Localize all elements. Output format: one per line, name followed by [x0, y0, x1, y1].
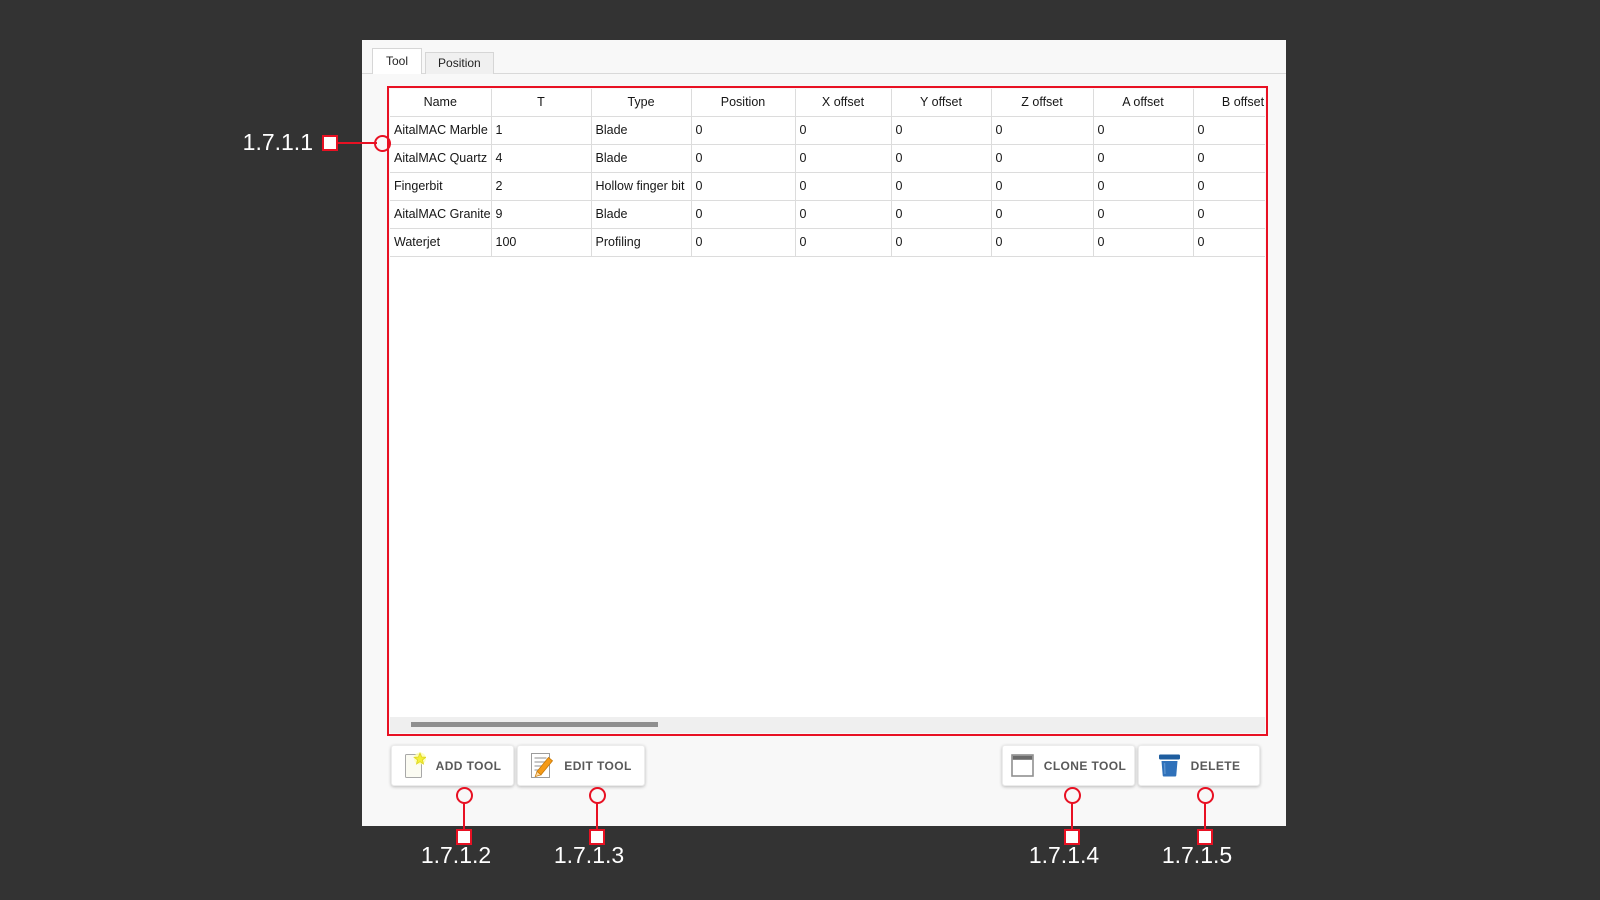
- table-row[interactable]: AitalMAC Granite9Blade000000: [390, 200, 1265, 228]
- clone-tool-button[interactable]: CLONE TOOL: [1002, 745, 1135, 786]
- table-cell[interactable]: 0: [991, 200, 1093, 228]
- screenshot-stage: Tool Position NameTTypePositionX offsetY…: [0, 0, 1600, 900]
- table-cell[interactable]: 100: [491, 228, 591, 256]
- delete-icon: [1158, 753, 1181, 778]
- annotation-label: 1.7.1.1: [243, 129, 313, 156]
- table-cell[interactable]: Profiling: [591, 228, 691, 256]
- table-cell[interactable]: 1: [491, 116, 591, 144]
- table-cell[interactable]: 0: [691, 200, 795, 228]
- annotation-label: 1.7.1.3: [554, 842, 624, 869]
- table-cell[interactable]: 9: [491, 200, 591, 228]
- tabstrip-divider: [362, 73, 1286, 74]
- tool-table: NameTTypePositionX offsetY offsetZ offse…: [390, 89, 1265, 733]
- add-tool-icon: [404, 752, 426, 780]
- table-cell[interactable]: Blade: [591, 144, 691, 172]
- table-cell[interactable]: 0: [991, 144, 1093, 172]
- horizontal-scrollbar[interactable]: [390, 717, 1265, 733]
- delete-button[interactable]: DELETE: [1138, 745, 1260, 786]
- table-cell[interactable]: AitalMAC Marble: [390, 116, 491, 144]
- table-cell[interactable]: 0: [1093, 116, 1193, 144]
- table-header-row: NameTTypePositionX offsetY offsetZ offse…: [390, 89, 1265, 116]
- table-cell[interactable]: 0: [691, 228, 795, 256]
- table-cell[interactable]: 0: [1093, 172, 1193, 200]
- table-row[interactable]: AitalMAC Quartz4Blade000000: [390, 144, 1265, 172]
- column-header-a-offset[interactable]: A offset: [1093, 89, 1193, 116]
- table-cell[interactable]: 0: [691, 172, 795, 200]
- table-cell[interactable]: 0: [795, 200, 891, 228]
- column-header-type[interactable]: Type: [591, 89, 691, 116]
- delete-label: DELETE: [1191, 759, 1241, 773]
- column-header-name[interactable]: Name: [390, 89, 491, 116]
- table-cell[interactable]: 0: [1093, 144, 1193, 172]
- column-header-x-offset[interactable]: X offset: [795, 89, 891, 116]
- tool-manager-panel: Tool Position NameTTypePositionX offsetY…: [362, 40, 1286, 826]
- annotation-label: 1.7.1.2: [421, 842, 491, 869]
- table-cell[interactable]: AitalMAC Granite: [390, 200, 491, 228]
- tab-position[interactable]: Position: [425, 52, 494, 74]
- annotation-square: [322, 135, 338, 151]
- table-cell[interactable]: Waterjet: [390, 228, 491, 256]
- table-cell[interactable]: 0: [891, 144, 991, 172]
- table-cell[interactable]: 0: [891, 172, 991, 200]
- table-row[interactable]: Waterjet100Profiling000000: [390, 228, 1265, 256]
- edit-tool-button[interactable]: EDIT TOOL: [517, 745, 645, 786]
- tab-tool[interactable]: Tool: [372, 48, 422, 74]
- annotation-label: 1.7.1.5: [1162, 842, 1232, 869]
- annotation-label: 1.7.1.4: [1029, 842, 1099, 869]
- column-header-t[interactable]: T: [491, 89, 591, 116]
- table-cell[interactable]: 0: [991, 228, 1093, 256]
- table-cell[interactable]: 0: [891, 200, 991, 228]
- table-cell[interactable]: 0: [691, 116, 795, 144]
- table-cell[interactable]: Fingerbit: [390, 172, 491, 200]
- table-cell[interactable]: AitalMAC Quartz: [390, 144, 491, 172]
- edit-tool-label: EDIT TOOL: [564, 759, 631, 773]
- column-header-b-offset[interactable]: B offset: [1193, 89, 1265, 116]
- table-row[interactable]: Fingerbit2Hollow finger bit000000: [390, 172, 1265, 200]
- column-header-z-offset[interactable]: Z offset: [991, 89, 1093, 116]
- table-cell[interactable]: 0: [1093, 200, 1193, 228]
- table-row[interactable]: AitalMAC Marble1Blade000000: [390, 116, 1265, 144]
- table-cell[interactable]: 0: [1193, 116, 1265, 144]
- table-cell[interactable]: 0: [991, 172, 1093, 200]
- clone-tool-icon: [1011, 754, 1034, 777]
- table-cell[interactable]: 0: [1093, 228, 1193, 256]
- table-cell[interactable]: 2: [491, 172, 591, 200]
- table-cell[interactable]: 0: [795, 116, 891, 144]
- table-cell[interactable]: 0: [1193, 172, 1265, 200]
- column-header-position[interactable]: Position: [691, 89, 795, 116]
- table-cell[interactable]: 0: [891, 116, 991, 144]
- edit-tool-icon: [530, 752, 554, 779]
- table-cell[interactable]: 0: [795, 228, 891, 256]
- clone-tool-label: CLONE TOOL: [1044, 759, 1126, 773]
- table-cell[interactable]: 0: [891, 228, 991, 256]
- table-cell[interactable]: Blade: [591, 116, 691, 144]
- table-cell[interactable]: Blade: [591, 200, 691, 228]
- table-cell[interactable]: 0: [691, 144, 795, 172]
- table-cell[interactable]: Hollow finger bit: [591, 172, 691, 200]
- column-header-y-offset[interactable]: Y offset: [891, 89, 991, 116]
- table-cell[interactable]: 0: [795, 144, 891, 172]
- add-tool-button[interactable]: ADD TOOL: [391, 745, 514, 786]
- table-cell[interactable]: 0: [991, 116, 1093, 144]
- table-body: AitalMAC Marble1Blade000000AitalMAC Quar…: [390, 116, 1265, 256]
- table-cell[interactable]: 4: [491, 144, 591, 172]
- table-cell[interactable]: 0: [1193, 144, 1265, 172]
- tab-bar: Tool Position: [372, 50, 497, 74]
- table-cell[interactable]: 0: [1193, 228, 1265, 256]
- add-tool-label: ADD TOOL: [436, 759, 502, 773]
- table-cell[interactable]: 0: [795, 172, 891, 200]
- tool-table-grid: NameTTypePositionX offsetY offsetZ offse…: [390, 89, 1265, 257]
- table-cell[interactable]: 0: [1193, 200, 1265, 228]
- scrollbar-thumb[interactable]: [411, 722, 658, 727]
